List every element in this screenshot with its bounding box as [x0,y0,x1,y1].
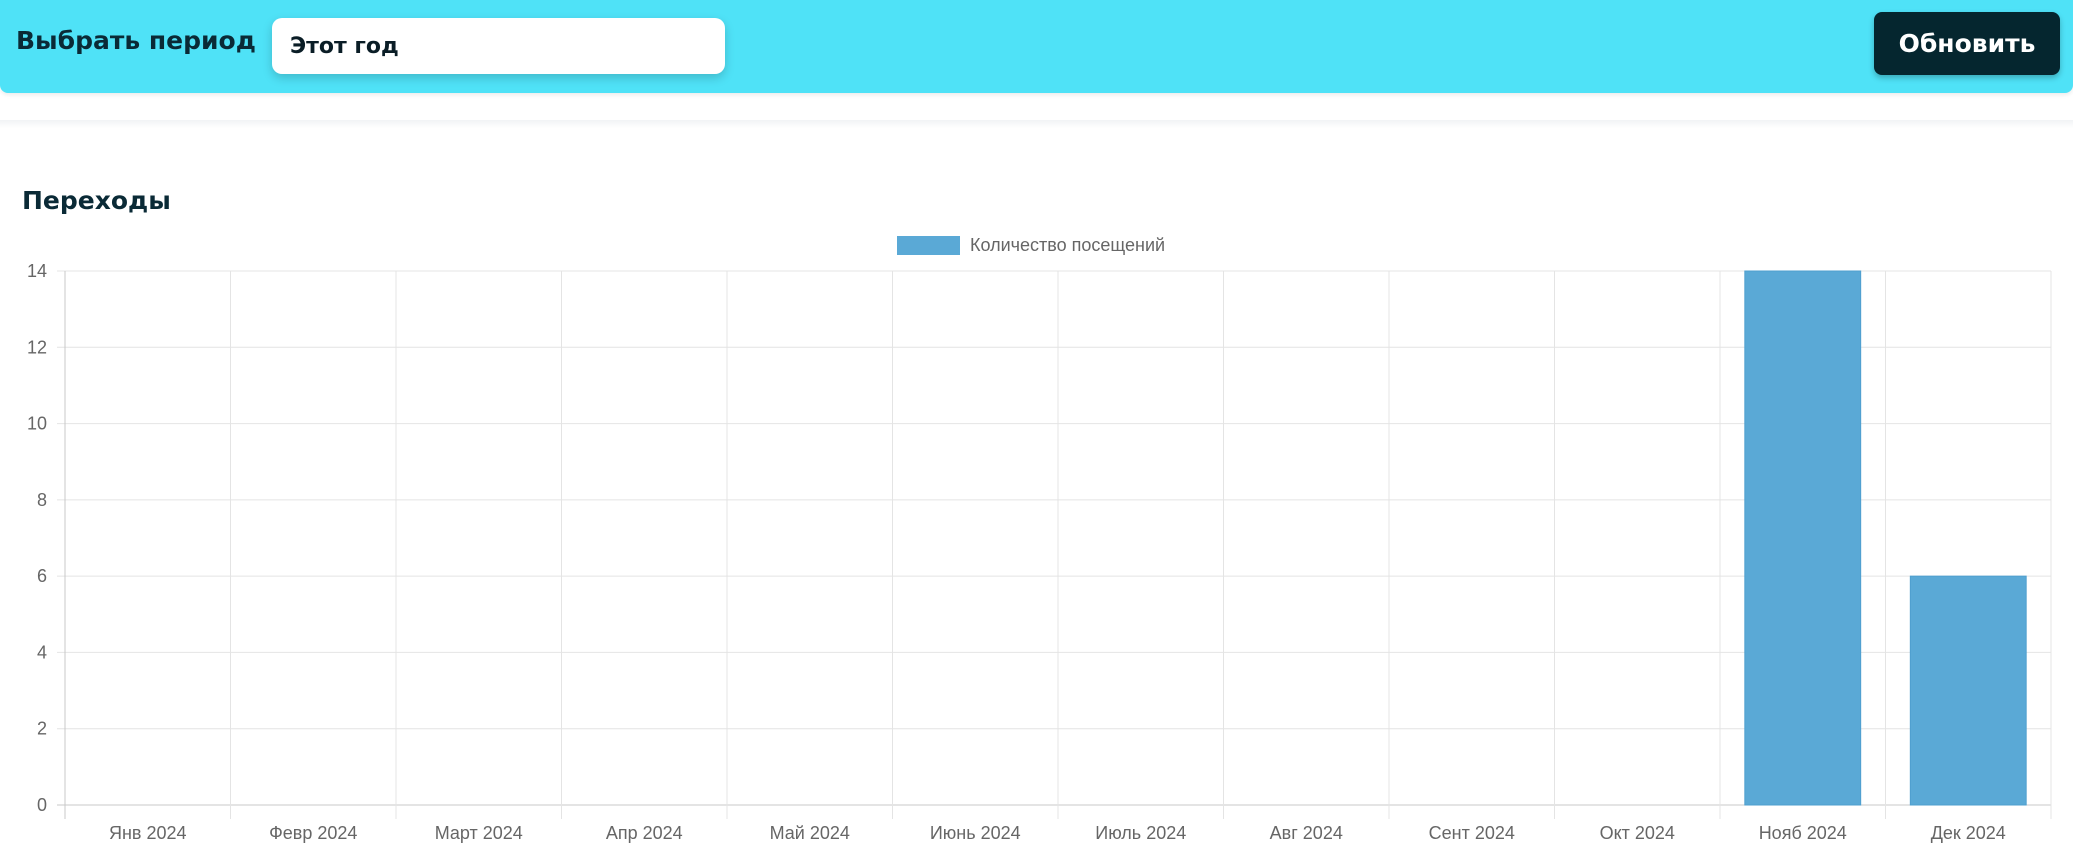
legend-label: Количество посещений [970,235,1165,255]
y-tick-label: 10 [27,414,47,434]
x-tick-label: Апр 2024 [606,823,683,843]
y-axis-ticks: 0 2 4 6 8 10 12 14 [27,261,47,815]
y-tick-label: 6 [37,566,47,586]
y-tick-label: 8 [37,490,47,510]
x-tick-label: Авг 2024 [1270,823,1343,843]
y-tick-label: 14 [27,261,47,281]
x-tick-label: Янв 2024 [109,823,187,843]
x-tick-label: Нояб 2024 [1759,823,1847,843]
chart-legend[interactable]: Количество посещений [897,235,1165,255]
x-tick-label: Июль 2024 [1095,823,1186,843]
bar[interactable] [1909,575,2027,806]
bar[interactable] [1744,270,1862,806]
x-tick-label: Июнь 2024 [930,823,1021,843]
period-select[interactable]: Этот год [272,18,725,74]
x-tick-label: Март 2024 [435,823,523,843]
y-tick-label: 0 [37,795,47,815]
period-label: Выбрать период [16,26,256,55]
section-divider [0,120,2073,128]
x-tick-label: Дек 2024 [1931,823,2006,843]
refresh-button[interactable]: Обновить [1874,12,2060,75]
y-tick-label: 2 [37,719,47,739]
y-tick-label: 4 [37,642,47,662]
visits-bar-chart: Количество посещений 0 2 4 6 8 10 12 14 Янв 202… [27,235,2052,843]
x-tick-label: Сент 2024 [1429,823,1515,843]
legend-swatch [897,236,960,255]
x-axis-ticks: Янв 2024 Февр 2024 Март 2024 Апр 2024 Май 20… [109,823,2006,843]
y-tick-label: 12 [27,337,47,357]
x-tick-label: Май 2024 [770,823,850,843]
section-title: Переходы [22,186,171,215]
top-toolbar: Выбрать период Этот год Обновить [0,0,2073,93]
x-tick-label: Февр 2024 [269,823,357,843]
x-tick-label: Окт 2024 [1600,823,1675,843]
